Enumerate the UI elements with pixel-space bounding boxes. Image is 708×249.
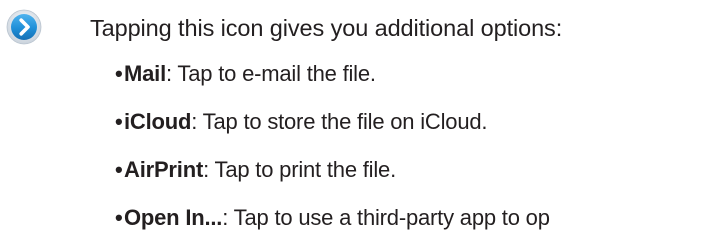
- option-description: Tap to store the file on iCloud.: [197, 109, 488, 134]
- option-open-in: •Open In...: Tap to use a third-party ap…: [115, 203, 550, 249]
- option-name: Mail: [124, 61, 166, 86]
- option-airprint: •AirPrint: Tap to print the file.: [115, 155, 550, 203]
- option-description: Tap to use a third-party app to op: [228, 205, 550, 230]
- bullet: •: [115, 205, 123, 230]
- bullet: •: [115, 109, 123, 134]
- option-icloud: •iCloud: Tap to store the file on iCloud…: [115, 107, 550, 155]
- disclosure-chevron-icon: [6, 9, 42, 45]
- option-name: Open In...: [124, 205, 223, 230]
- bullet: •: [115, 61, 123, 86]
- disclosure-chevron-svg: [6, 9, 42, 45]
- icon-blue-disc: [11, 14, 37, 40]
- option-description: Tap to print the file.: [209, 157, 397, 182]
- option-mail: •Mail: Tap to e-mail the file.: [115, 59, 550, 107]
- option-name: AirPrint: [124, 157, 204, 182]
- bullet: •: [115, 157, 123, 182]
- intro-text: Tapping this icon gives you additional o…: [90, 15, 563, 41]
- option-name: iCloud: [124, 109, 192, 134]
- option-description: Tap to e-mail the file.: [171, 61, 376, 86]
- options-list: •Mail: Tap to e-mail the file. •iCloud: …: [115, 59, 550, 249]
